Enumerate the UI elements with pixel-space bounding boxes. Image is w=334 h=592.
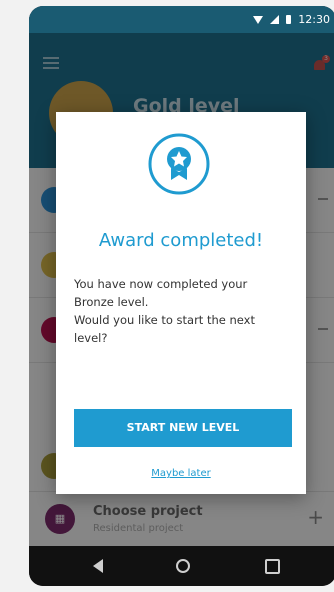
dialog-title: Award completed! bbox=[98, 230, 264, 251]
award-ribbon-icon bbox=[148, 133, 210, 195]
maybe-later-link[interactable]: Maybe later bbox=[56, 468, 306, 479]
status-time: 12:30 bbox=[298, 13, 330, 26]
start-new-level-button[interactable]: START NEW LEVEL bbox=[74, 409, 292, 447]
wifi-icon bbox=[253, 15, 264, 24]
status-icons: 12:30 bbox=[253, 13, 330, 26]
status-bar: 12:30 bbox=[29, 6, 334, 33]
award-dialog: Award completed! You have now completed … bbox=[56, 112, 306, 494]
back-icon[interactable] bbox=[93, 559, 103, 573]
battery-icon bbox=[286, 15, 292, 24]
dialog-message-text: You have now completed your Bronze level… bbox=[74, 277, 255, 345]
home-icon[interactable] bbox=[176, 559, 190, 573]
dialog-message: You have now completed your Bronze level… bbox=[74, 275, 290, 347]
app-content: 3 Gold level ▦ Choose project Residental… bbox=[29, 33, 334, 546]
phone-frame: 12:30 3 Gold level ▦ Choose project Resi… bbox=[29, 6, 334, 586]
signal-icon bbox=[270, 15, 280, 24]
android-nav-bar bbox=[29, 546, 334, 586]
recent-apps-icon[interactable] bbox=[265, 559, 280, 574]
